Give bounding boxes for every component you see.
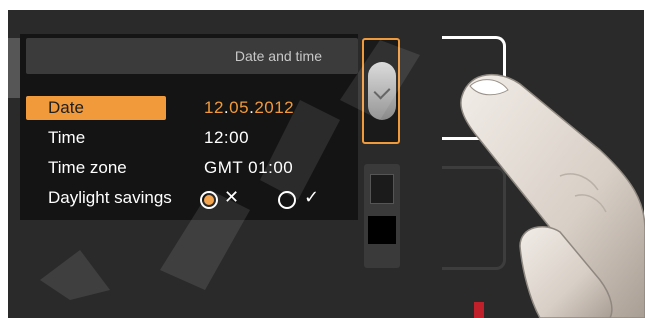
menu-thumbnail[interactable] bbox=[364, 164, 400, 268]
thumbnail-preview bbox=[370, 174, 394, 204]
panel-edge bbox=[8, 38, 20, 98]
time-value: 12:00 bbox=[204, 128, 250, 147]
daylight-savings-label: Daylight savings bbox=[48, 188, 172, 207]
title-bar: Date and time bbox=[26, 38, 358, 74]
daylight-savings-row[interactable]: Daylight savings ✕ ✓ bbox=[26, 185, 346, 213]
date-row[interactable]: Date 12.05.2012 bbox=[26, 95, 346, 123]
date-day: 12 bbox=[204, 98, 224, 117]
selection-highlight bbox=[26, 96, 166, 120]
control-button-upper[interactable] bbox=[442, 36, 506, 140]
date-year: 2012 bbox=[254, 98, 295, 117]
time-row[interactable]: Time 12:00 bbox=[26, 125, 346, 153]
car-infotainment-scene: Date and time Date 12.05.2012 Time 12:00… bbox=[0, 0, 645, 318]
control-button-lower[interactable] bbox=[442, 166, 506, 270]
page-title: Date and time bbox=[234, 48, 322, 64]
time-zone-label: Time zone bbox=[48, 158, 127, 177]
time-zone-value: GMT 01:00 bbox=[204, 158, 294, 177]
date-label: Date bbox=[48, 98, 84, 117]
date-value[interactable]: 12.05.2012 bbox=[204, 98, 294, 118]
date-month: 05 bbox=[229, 98, 250, 117]
check-icon: ✓ bbox=[304, 187, 320, 207]
dst-off-radio[interactable] bbox=[200, 191, 218, 209]
red-indicator bbox=[474, 302, 484, 318]
time-zone-row[interactable]: Time zone GMT 01:00 bbox=[26, 155, 346, 183]
menu-thumbnail-active[interactable] bbox=[362, 38, 400, 144]
cross-icon: ✕ bbox=[224, 187, 240, 207]
time-label: Time bbox=[48, 128, 86, 147]
dst-on-radio[interactable] bbox=[278, 191, 296, 209]
clock-icon bbox=[368, 62, 396, 120]
thumbnail-preview bbox=[368, 216, 396, 244]
